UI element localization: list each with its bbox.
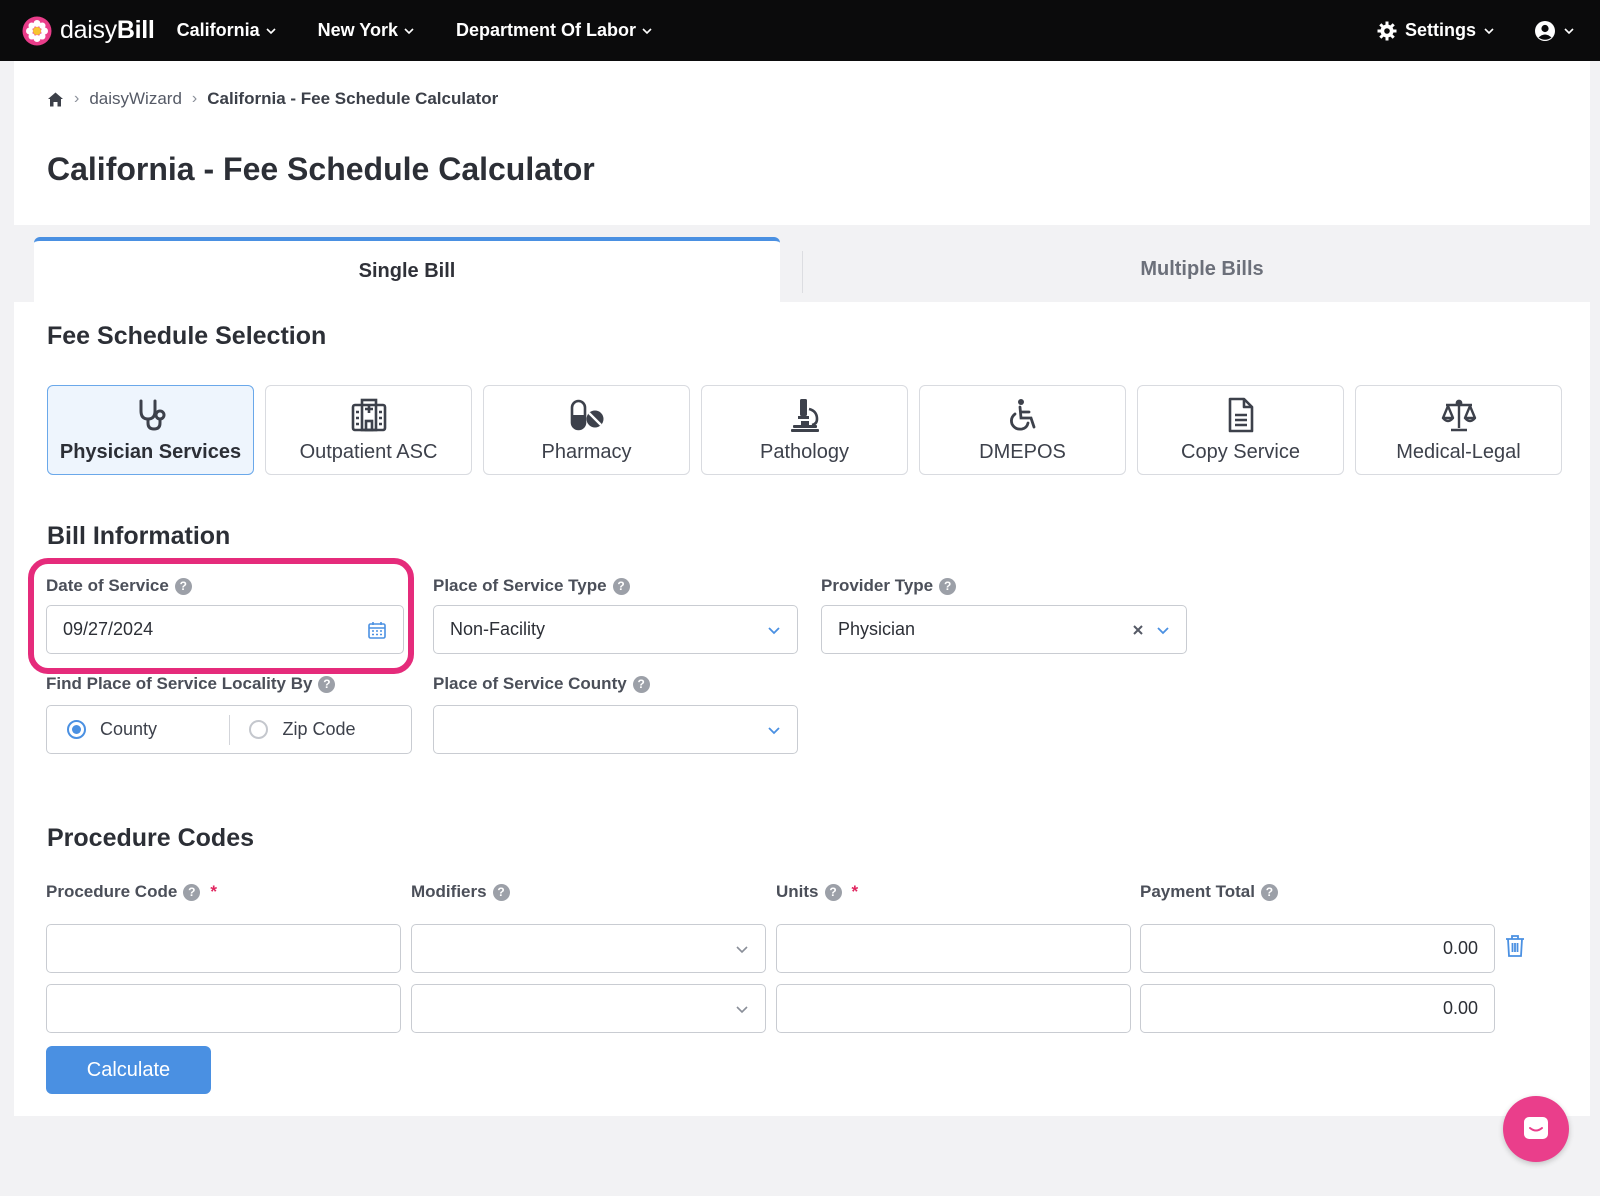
modifiers-select[interactable] — [411, 984, 766, 1033]
daisy-logo-icon — [22, 16, 52, 45]
chevron-down-icon — [1484, 27, 1494, 34]
place-of-service-type-select[interactable]: Non-Facility — [433, 605, 798, 654]
chevron-down-icon — [1157, 626, 1169, 634]
date-of-service-highlight — [28, 558, 414, 674]
payment-total-label: Payment Total ? — [1140, 882, 1278, 902]
chevron-down-icon — [768, 626, 780, 634]
fee-card-outpatient-asc[interactable]: Outpatient ASC — [265, 385, 472, 475]
gear-icon — [1377, 21, 1397, 40]
radio-zip-code[interactable]: Zip Code — [229, 719, 411, 740]
nav-department-of-labor[interactable]: Department Of Labor — [456, 20, 652, 41]
fee-card-pharmacy[interactable]: Pharmacy — [483, 385, 690, 475]
help-icon[interactable]: ? — [824, 883, 842, 901]
help-icon[interactable]: ? — [318, 675, 336, 693]
nav-california[interactable]: California — [177, 20, 276, 41]
chevron-right-icon: › — [74, 90, 80, 107]
tab-multiple-bills[interactable]: Multiple Bills — [814, 237, 1590, 302]
units-input[interactable] — [776, 924, 1131, 973]
provider-type-select[interactable]: Physician — [821, 605, 1187, 654]
fee-card-medical-legal[interactable]: Medical-Legal — [1355, 385, 1562, 475]
brand-logo[interactable]: daisyBill — [22, 16, 155, 46]
stethoscope-icon — [139, 399, 165, 431]
hospital-icon — [351, 398, 386, 431]
place-of-service-type-label: Place of Service Type ? — [433, 576, 630, 596]
required-marker: * — [851, 882, 859, 901]
procedure-codes-title: Procedure Codes — [47, 824, 255, 852]
breadcrumb: › daisyWizard › California - Fee Schedul… — [47, 89, 498, 109]
radio-unchecked-icon — [249, 720, 269, 739]
chevron-down-icon — [404, 27, 414, 34]
brand-name: daisyBill — [60, 16, 155, 44]
document-icon — [1228, 397, 1253, 432]
fee-card-copy-service[interactable]: Copy Service — [1137, 385, 1344, 475]
radio-county[interactable]: County — [47, 719, 229, 740]
locality-by-radio-group: County Zip Code — [46, 705, 412, 754]
chevron-right-icon: › — [191, 90, 198, 107]
required-marker: * — [210, 882, 217, 901]
home-icon[interactable] — [47, 91, 64, 108]
help-icon[interactable]: ? — [939, 577, 957, 595]
tab-divider — [802, 251, 803, 293]
help-icon[interactable]: ? — [183, 883, 201, 901]
pills-icon — [570, 399, 603, 430]
payment-total-field: 0.00 — [1140, 984, 1495, 1033]
fee-card-dmepos[interactable]: DMEPOS — [919, 385, 1126, 475]
help-icon[interactable]: ? — [612, 577, 630, 595]
procedure-code-label: Procedure Code ? * — [46, 882, 217, 901]
user-menu[interactable] — [1534, 20, 1574, 42]
units-input[interactable] — [776, 984, 1131, 1033]
clear-icon[interactable] — [1132, 624, 1144, 636]
fee-card-physician-services[interactable]: Physician Services — [47, 385, 254, 475]
user-avatar-icon — [1535, 20, 1555, 41]
calculator-form: Fee Schedule Selection Physician Service… — [14, 302, 1590, 1116]
microscope-icon — [790, 398, 819, 432]
page-title: California - Fee Schedule Calculator — [47, 151, 595, 187]
help-icon[interactable]: ? — [632, 675, 650, 693]
tab-bar: Single Bill Multiple Bills — [14, 225, 1590, 302]
payment-total-field: 0.00 — [1140, 924, 1495, 973]
chat-launcher-button[interactable] — [1503, 1096, 1569, 1162]
provider-type-label: Provider Type ? — [821, 576, 957, 596]
scale-icon — [1441, 399, 1476, 431]
units-label: Units ? * — [776, 882, 859, 901]
modifiers-label: Modifiers ? — [411, 882, 510, 902]
bill-information-title: Bill Information — [47, 522, 231, 550]
help-icon[interactable]: ? — [492, 883, 510, 901]
chevron-down-icon — [736, 1005, 748, 1013]
procedure-code-input[interactable] — [46, 924, 401, 973]
locality-by-label: Find Place of Service Locality By ? — [46, 674, 336, 694]
breadcrumb-current: California - Fee Schedule Calculator — [207, 89, 499, 108]
fee-card-pathology[interactable]: Pathology — [701, 385, 908, 475]
calculate-button[interactable]: Calculate — [46, 1046, 211, 1094]
nav-new-york[interactable]: New York — [318, 20, 414, 41]
place-of-service-county-label: Place of Service County ? — [433, 674, 650, 694]
top-navbar: daisyBill California New York Department… — [0, 0, 1600, 61]
modifiers-select[interactable] — [411, 924, 766, 973]
chevron-down-icon — [642, 27, 652, 34]
chevron-down-icon — [1564, 27, 1574, 34]
place-of-service-county-select[interactable] — [433, 705, 798, 754]
help-icon[interactable]: ? — [1260, 883, 1278, 901]
tab-single-bill[interactable]: Single Bill — [34, 237, 780, 302]
fee-schedule-title: Fee Schedule Selection — [47, 322, 327, 350]
procedure-code-input[interactable] — [46, 984, 401, 1033]
trash-icon[interactable] — [1504, 934, 1526, 958]
radio-checked-icon — [67, 720, 86, 739]
header-panel: › daisyWizard › California - Fee Schedul… — [14, 61, 1590, 225]
chevron-down-icon — [736, 945, 748, 953]
wheelchair-icon — [1009, 398, 1035, 431]
chevron-down-icon — [768, 726, 780, 734]
breadcrumb-daisywizard[interactable]: daisyWizard — [89, 89, 182, 109]
chat-icon — [1524, 1117, 1548, 1139]
settings-menu[interactable]: Settings — [1377, 20, 1494, 41]
chevron-down-icon — [266, 27, 276, 34]
fee-schedule-cards: Physician Services Outpatient ASC Pharma… — [47, 385, 1562, 475]
